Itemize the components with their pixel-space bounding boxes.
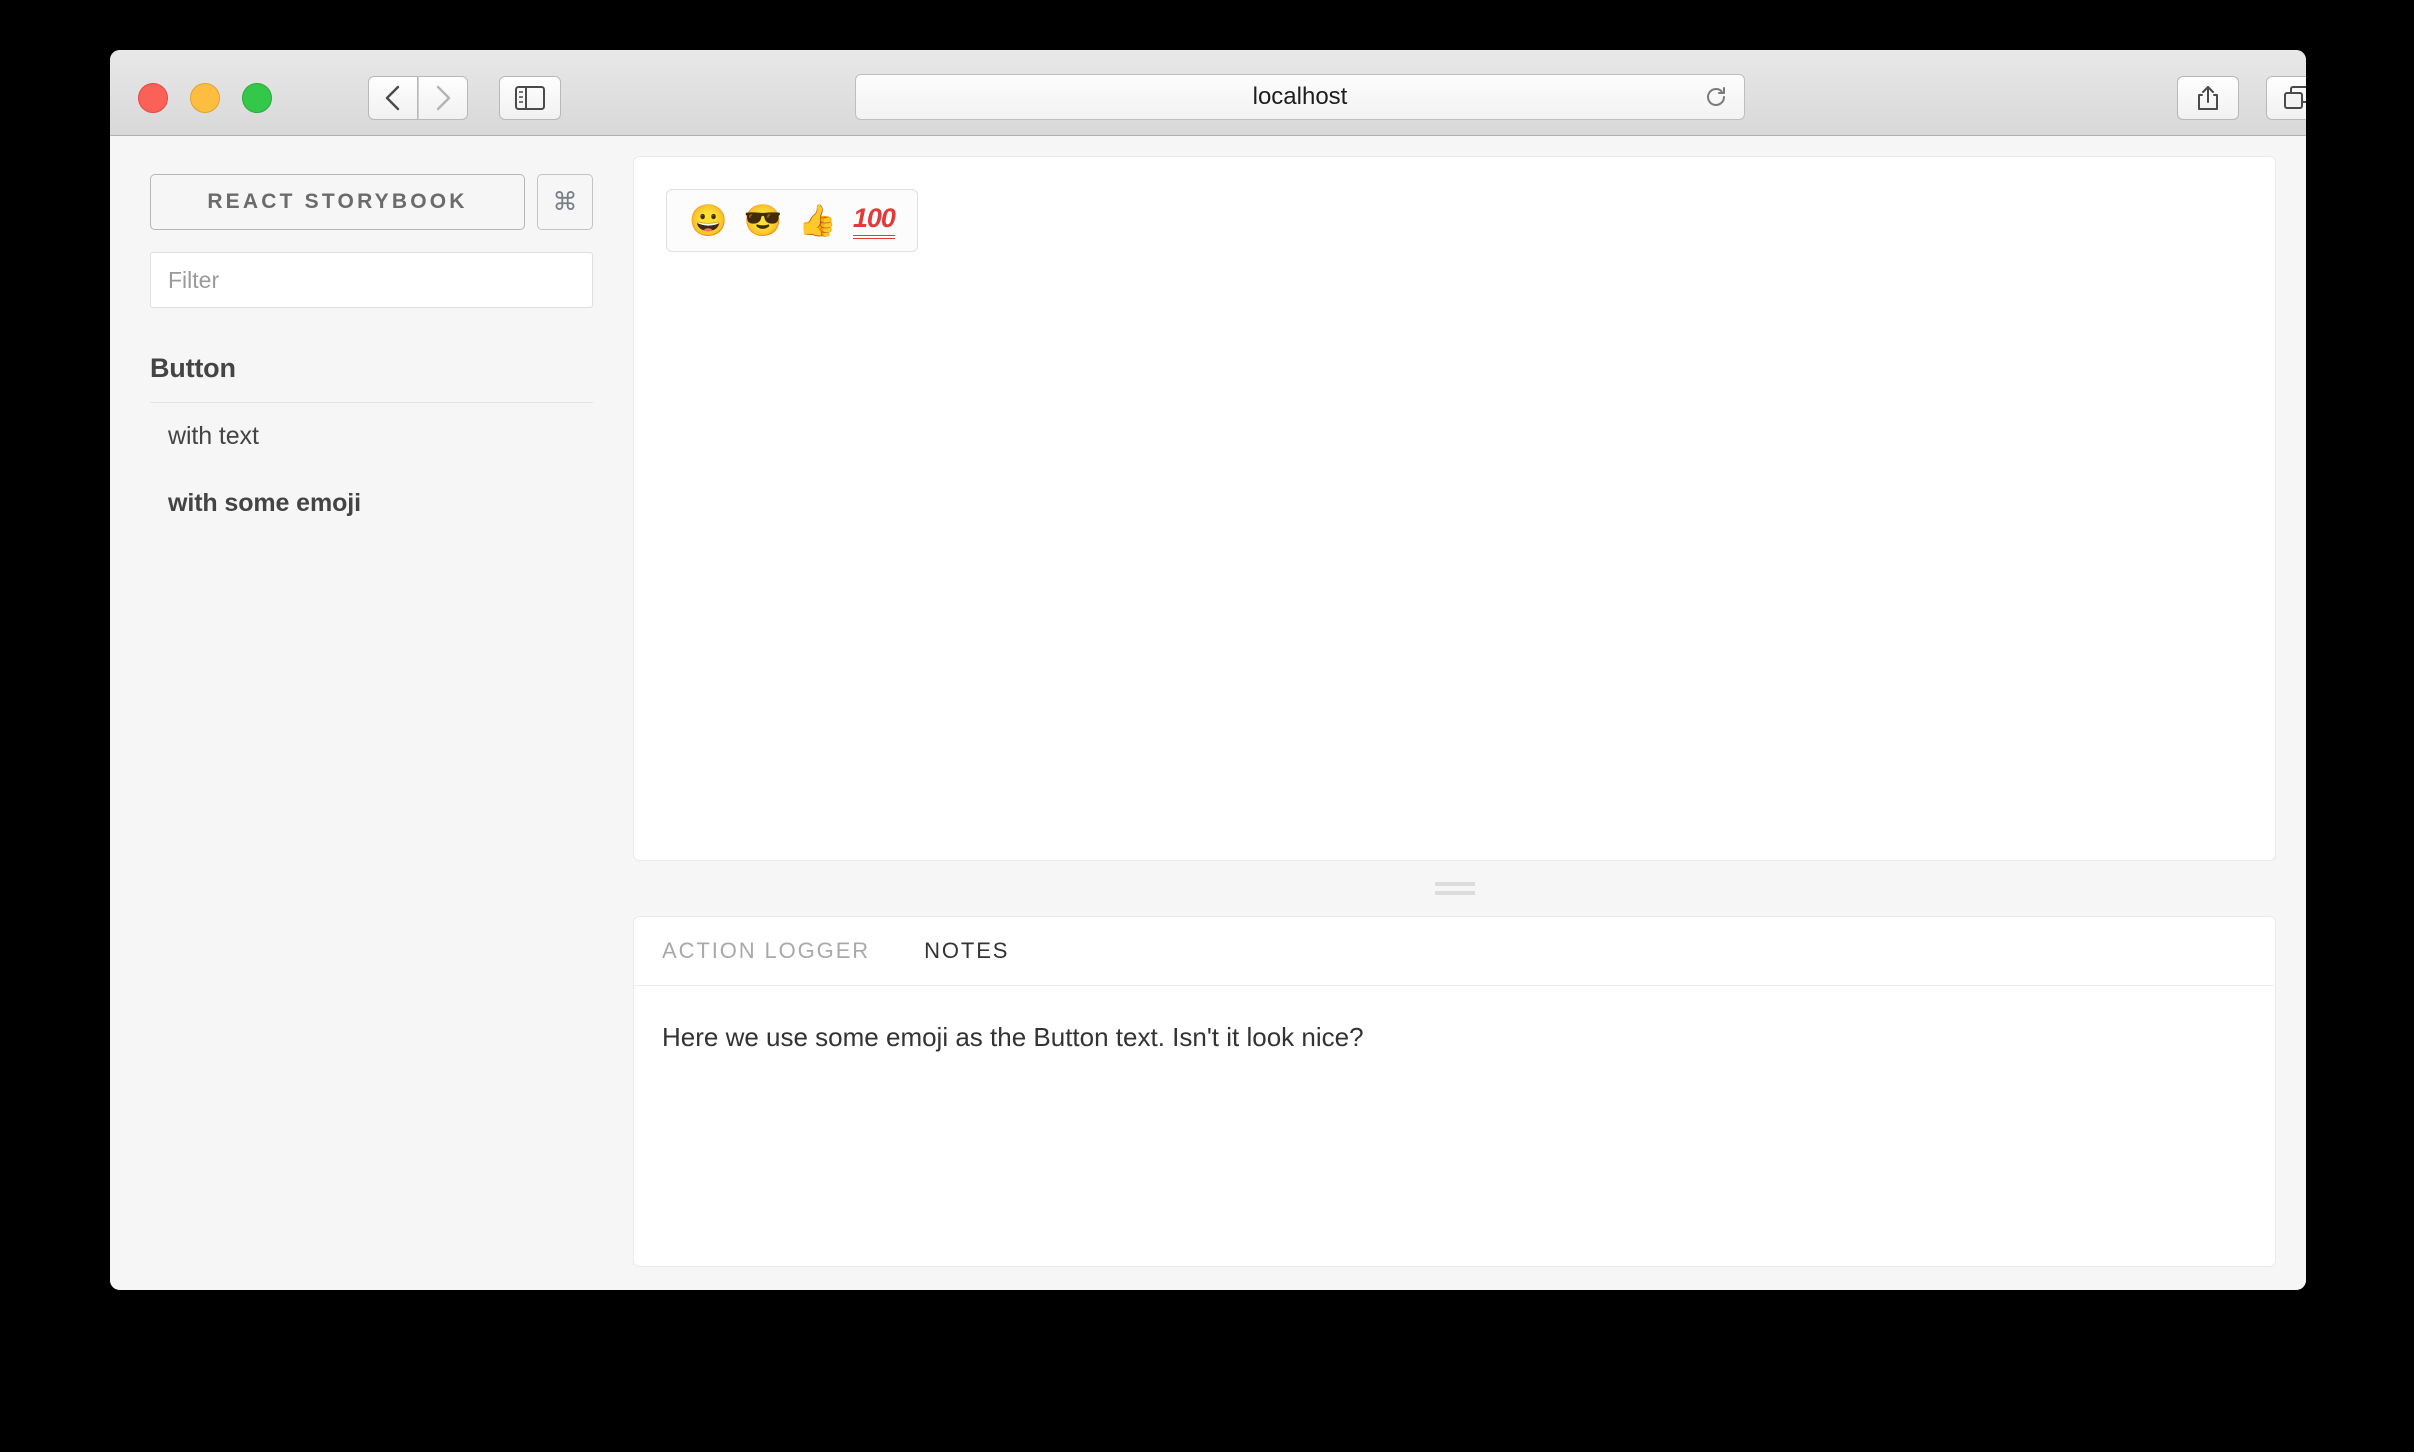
zoom-window-button[interactable] bbox=[242, 83, 272, 113]
sidebar-toggle-icon bbox=[515, 86, 545, 110]
show-all-tabs-button[interactable] bbox=[2266, 76, 2306, 120]
tab-action-logger[interactable]: ACTION LOGGER bbox=[662, 938, 870, 964]
addons-panel: ACTION LOGGER NOTES Here we use some emo… bbox=[633, 916, 2276, 1267]
address-bar[interactable]: localhost bbox=[855, 74, 1745, 120]
close-window-button[interactable] bbox=[138, 83, 168, 113]
story-kind-group: Button with text with some emoji bbox=[150, 353, 593, 537]
window-traffic-lights bbox=[138, 83, 272, 113]
storybook-app: REACT STORYBOOK ⌘ Button with text with … bbox=[110, 136, 2306, 1289]
storybook-title: REACT STORYBOOK bbox=[207, 190, 468, 213]
story-item-with-some-emoji[interactable]: with some emoji bbox=[150, 470, 593, 537]
grinning-face-icon: 😀 bbox=[689, 203, 728, 239]
story-item-with-text[interactable]: with text bbox=[150, 403, 593, 470]
back-button[interactable] bbox=[368, 76, 418, 120]
chevron-right-icon bbox=[436, 85, 451, 111]
sidebar-header: REACT STORYBOOK ⌘ bbox=[150, 174, 593, 230]
drag-handle-icon bbox=[1434, 882, 1475, 895]
storybook-sidebar: REACT STORYBOOK ⌘ Button with text with … bbox=[110, 136, 633, 1289]
story-preview-panel: 😀 😎 👍 100 bbox=[633, 156, 2276, 861]
notes-text: Here we use some emoji as the Button tex… bbox=[662, 1022, 1364, 1052]
addons-tab-bar: ACTION LOGGER NOTES bbox=[634, 917, 2275, 986]
storybook-logo-button[interactable]: REACT STORYBOOK bbox=[150, 174, 525, 230]
tab-notes[interactable]: NOTES bbox=[924, 938, 1009, 964]
command-key-icon: ⌘ bbox=[552, 188, 578, 216]
story-kind-name: Button bbox=[150, 353, 236, 383]
address-bar-text: localhost bbox=[1252, 83, 1348, 110]
hundred-points-icon: 100 bbox=[852, 202, 896, 240]
thumbs-up-icon: 👍 bbox=[798, 203, 837, 239]
shortcuts-button[interactable]: ⌘ bbox=[537, 174, 593, 230]
safari-window: localhost + bbox=[110, 50, 2306, 1290]
sunglasses-face-icon: 😎 bbox=[743, 203, 783, 239]
show-all-tabs-icon bbox=[2284, 86, 2306, 109]
storybook-main: 😀 😎 👍 100 ACTION LOGGER NOTES Here we us… bbox=[633, 136, 2306, 1289]
panel-resize-handle[interactable] bbox=[633, 861, 2276, 916]
chevron-left-icon bbox=[385, 85, 400, 111]
share-button[interactable] bbox=[2177, 76, 2239, 120]
minimize-window-button[interactable] bbox=[190, 83, 220, 113]
browser-titlebar: localhost + bbox=[110, 50, 2306, 136]
forward-button[interactable] bbox=[418, 76, 468, 120]
toggle-sidebar-button[interactable] bbox=[499, 76, 561, 120]
reload-icon[interactable] bbox=[1704, 85, 1728, 109]
filter-input[interactable] bbox=[150, 252, 593, 308]
emoji-demo-button[interactable]: 😀 😎 👍 100 bbox=[666, 189, 918, 253]
share-icon bbox=[2198, 86, 2218, 110]
